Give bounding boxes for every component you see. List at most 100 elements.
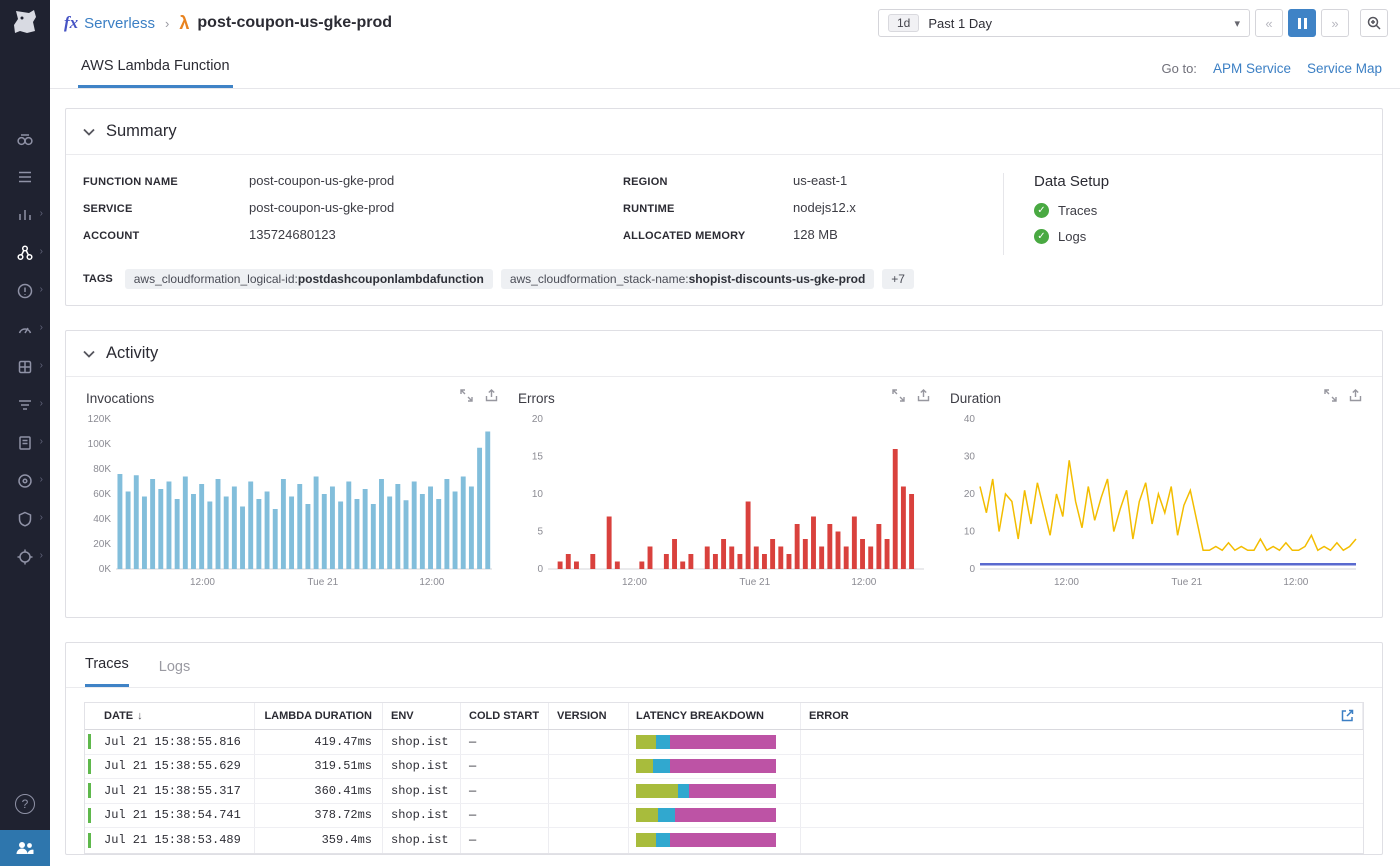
open-in-new-icon[interactable] (1340, 708, 1355, 726)
metrics-icon[interactable]: › (14, 206, 36, 224)
traces-table-header: DATE ↓ LAMBDA DURATION ENV COLD START VE… (85, 703, 1363, 730)
table-row[interactable]: Jul 21 15:38:55.629319.51msshop.ist— (85, 755, 1363, 780)
summary-header[interactable]: Summary (66, 109, 1382, 155)
data-setup-item-label: Traces (1058, 203, 1097, 218)
breadcrumb-serverless[interactable]: Serverless (84, 15, 155, 32)
trace-ok-indicator (88, 759, 91, 774)
summary-card: Summary FUNCTION NAMEpost-coupon-us-gke-… (65, 108, 1383, 306)
field-label: FUNCTION NAME (83, 176, 249, 188)
check-icon: ✓ (1034, 229, 1049, 244)
security-icon[interactable]: › (14, 510, 36, 528)
column-error[interactable]: ERROR (801, 703, 1363, 729)
trace-duration-cell: 319.51ms (255, 755, 383, 779)
help-icon[interactable]: ? (15, 794, 35, 814)
tags-label: TAGS (83, 273, 113, 285)
datadog-logo[interactable] (10, 7, 40, 42)
table-row[interactable]: Jul 21 15:38:55.816419.47msshop.ist— (85, 730, 1363, 755)
error-tracking-icon[interactable]: › (14, 282, 36, 300)
trace-cold-start-cell: — (461, 730, 549, 754)
trace-env-cell: shop.ist (383, 828, 461, 853)
tag-pill[interactable]: aws_cloudformation_stack-name:shopist-di… (501, 269, 874, 289)
zoom-button[interactable] (1360, 9, 1388, 37)
trace-cold-start-cell: — (461, 804, 549, 828)
debugger-icon[interactable]: › (14, 548, 36, 566)
svg-text:12:00: 12:00 (190, 577, 215, 588)
tab-traces[interactable]: Traces (85, 656, 129, 687)
field-label: RUNTIME (623, 203, 793, 215)
svg-text:5: 5 (537, 527, 543, 538)
flyout-chevron-icon: › (40, 475, 43, 485)
apm-icon[interactable]: › (14, 244, 36, 262)
table-row[interactable]: Jul 21 15:38:53.489359.4msshop.ist— (85, 828, 1363, 853)
integrations-icon[interactable]: › (14, 358, 36, 376)
svg-text:30: 30 (964, 452, 976, 463)
table-row[interactable]: Jul 21 15:38:54.741378.72msshop.ist— (85, 804, 1363, 829)
export-icon[interactable] (1349, 389, 1362, 407)
pause-icon (1298, 18, 1307, 29)
synthetics-icon[interactable]: › (14, 472, 36, 490)
expand-icon[interactable] (460, 389, 473, 407)
forward-button[interactable]: » (1321, 9, 1349, 37)
tag-pill[interactable]: aws_cloudformation_logical-id:postdashco… (125, 269, 493, 289)
trace-error-cell (801, 755, 1363, 779)
invocations-chart[interactable]: 120K100K80K60K40K20K0K12:00Tue 2112:00 (82, 409, 502, 599)
logs-icon[interactable]: › (14, 396, 36, 414)
column-date[interactable]: DATE ↓ (97, 703, 255, 729)
pause-button[interactable] (1288, 9, 1316, 37)
column-latency-breakdown[interactable]: LATENCY BREAKDOWN (629, 703, 801, 729)
trace-latency-cell (629, 755, 801, 779)
svg-text:Tue 21: Tue 21 (307, 577, 338, 588)
invocations-chart-panel: Invocations 120K100K80K60K40K20K0K12:00T… (82, 389, 502, 599)
trace-status-cell (85, 779, 97, 803)
column-env[interactable]: ENV (383, 703, 461, 729)
check-icon: ✓ (1034, 203, 1049, 218)
column-version[interactable]: VERSION (549, 703, 629, 729)
trace-cold-start-cell: — (461, 779, 549, 803)
table-row[interactable]: Jul 21 15:38:55.317360.41msshop.ist— (85, 779, 1363, 804)
errors-chart-panel: Errors 2015105012:00Tue 2112:00 (514, 389, 934, 599)
rewind-button[interactable]: « (1255, 9, 1283, 37)
breadcrumb-separator-icon: › (165, 16, 169, 31)
latency-breakdown-bar (636, 784, 776, 798)
activity-card: Activity Invocations 120K100K80K60K40K20… (65, 330, 1383, 618)
expand-icon[interactable] (1324, 389, 1337, 407)
time-range-select[interactable]: 1d Past 1 Day ▾ (878, 9, 1250, 37)
column-lambda-duration[interactable]: LAMBDA DURATION (255, 703, 383, 729)
tags-more-pill[interactable]: +7 (882, 269, 914, 289)
events-icon[interactable] (14, 168, 36, 186)
field-value: us-east-1 (793, 173, 847, 188)
svg-text:12:00: 12:00 (851, 577, 876, 588)
tab-logs[interactable]: Logs (159, 659, 190, 687)
trace-duration-cell: 419.47ms (255, 730, 383, 754)
trace-ok-indicator (88, 783, 91, 798)
export-icon[interactable] (917, 389, 930, 407)
errors-chart[interactable]: 2015105012:00Tue 2112:00 (514, 409, 934, 599)
flyout-chevron-icon: › (40, 323, 43, 333)
trace-version-cell (549, 828, 629, 853)
traces-tab-bar: Traces Logs (66, 643, 1382, 688)
trace-date-cell: Jul 21 15:38:55.816 (97, 730, 255, 754)
svg-text:0: 0 (537, 564, 543, 575)
user-management-icon[interactable] (0, 830, 50, 866)
tab-aws-lambda-function[interactable]: AWS Lambda Function (78, 58, 233, 88)
duration-chart[interactable]: 40302010012:00Tue 2112:00 (946, 409, 1366, 599)
trace-error-cell (801, 779, 1363, 803)
watchdog-icon[interactable] (14, 130, 36, 148)
service-mgmt-icon[interactable]: › (14, 320, 36, 338)
column-cold-start[interactable]: COLD START (461, 703, 549, 729)
goto-service-map-link[interactable]: Service Map (1307, 61, 1382, 76)
goto-apm-service-link[interactable]: APM Service (1213, 61, 1291, 76)
export-icon[interactable] (485, 389, 498, 407)
notebooks-icon[interactable]: › (14, 434, 36, 452)
field-label: ACCOUNT (83, 230, 249, 242)
trace-ok-indicator (88, 808, 91, 823)
flyout-chevron-icon: › (40, 551, 43, 561)
expand-icon[interactable] (892, 389, 905, 407)
latency-breakdown-bar (636, 833, 776, 847)
activity-header[interactable]: Activity (66, 331, 1382, 377)
svg-text:100K: 100K (88, 439, 112, 450)
trace-version-cell (549, 755, 629, 779)
field-value: 135724680123 (249, 227, 336, 242)
lambda-icon: λ (179, 13, 189, 34)
field-value: post-coupon-us-gke-prod (249, 173, 394, 188)
